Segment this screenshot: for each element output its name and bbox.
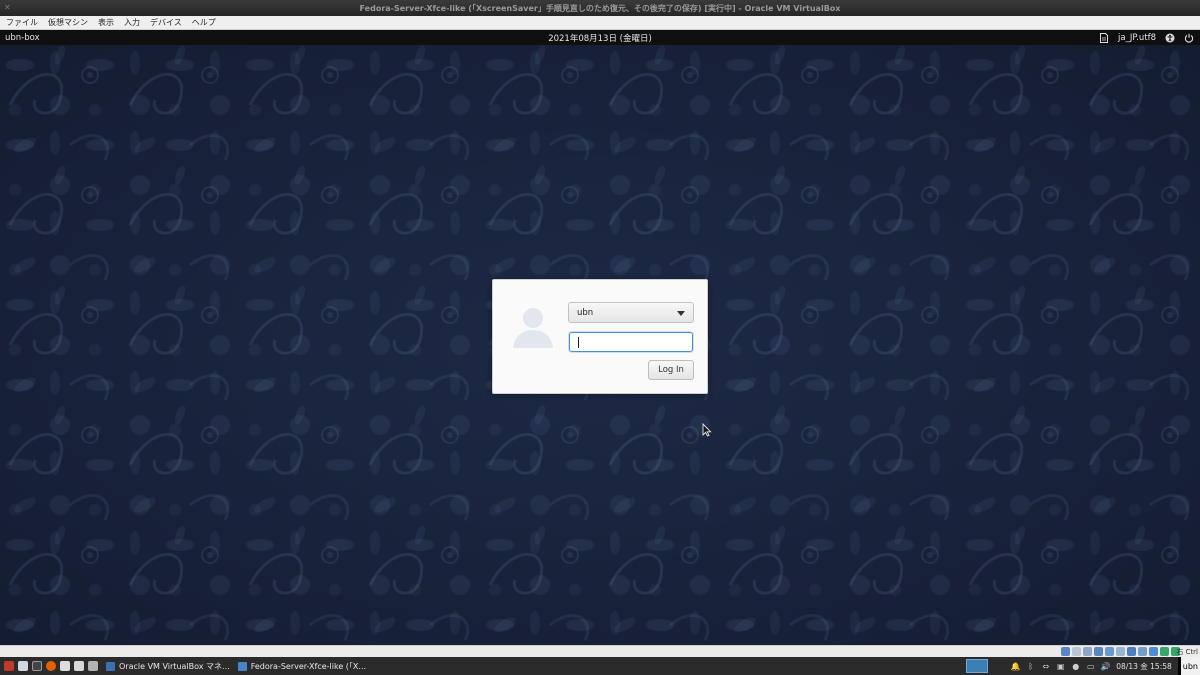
host-key-label: 右 Ctrl <box>1176 648 1198 656</box>
accessibility-icon[interactable] <box>1165 33 1175 43</box>
password-input[interactable] <box>569 332 693 352</box>
app-menu-icon[interactable] <box>4 661 14 671</box>
document-icon[interactable] <box>1099 32 1109 43</box>
menu-file[interactable]: ファイル <box>6 17 38 28</box>
mouse-pointer-icon <box>702 423 712 437</box>
login-button[interactable]: Log In <box>648 360 694 380</box>
window-title: Fedora-Server-Xfce-like (「XscreenSaver」手… <box>359 3 841 13</box>
bluetooth-icon[interactable]: ᛒ <box>1026 662 1035 671</box>
user-avatar-icon <box>511 304 555 350</box>
shared-folders-icon[interactable] <box>1116 647 1125 656</box>
cpu-icon[interactable] <box>1149 647 1158 656</box>
chevron-down-icon <box>677 311 685 316</box>
taskbar-user[interactable]: ubn <box>1177 657 1200 675</box>
window-titlebar[interactable]: ✕ Fedora-Server-Xfce-like (「XscreenSaver… <box>0 0 1200 16</box>
task-virtualbox-manager[interactable]: Oracle VM VirtualBox マネ... <box>106 661 230 672</box>
greeter-indicators: ja_JP.utf8 <box>1099 32 1194 43</box>
volume-icon[interactable]: 🔊 <box>1101 662 1111 671</box>
screenshot-icon[interactable]: ▣ <box>1056 662 1065 671</box>
workspace-pager[interactable] <box>966 659 988 673</box>
mouse-integration-icon[interactable] <box>1160 647 1169 656</box>
locale-indicator[interactable]: ja_JP.utf8 <box>1118 33 1156 43</box>
recording-icon[interactable] <box>1138 647 1147 656</box>
login-dialog: ubn Log In <box>492 279 708 394</box>
terminal-icon[interactable] <box>32 661 42 671</box>
vbox-status-bar: 右 Ctrl <box>0 645 1200 657</box>
power-icon[interactable] <box>1184 33 1194 43</box>
update-icon[interactable]: ● <box>1071 662 1080 671</box>
menu-input[interactable]: 入力 <box>124 17 140 28</box>
menu-help[interactable]: ヘルプ <box>192 17 216 28</box>
virtualbox-icon <box>106 661 115 671</box>
notification-bell-icon[interactable]: 🔔 <box>1011 662 1021 671</box>
text-caret <box>578 337 579 348</box>
harddisk-icon[interactable] <box>1061 647 1070 656</box>
greeter-top-bar: ubn-box 2021年08月13日 (金曜日) ja_JP.utf8 <box>0 30 1200 45</box>
display-settings-icon[interactable]: ▭ <box>1086 662 1095 671</box>
network-icon[interactable] <box>1094 647 1103 656</box>
menu-devices[interactable]: デバイス <box>150 17 182 28</box>
system-tray: 🔔 ᛒ ⇔ ▣ ● ▭ 🔊 08/13 金 15:58 ubn <box>1011 657 1200 675</box>
system-monitor-icon[interactable] <box>88 661 98 671</box>
image-viewer-icon[interactable] <box>74 661 84 671</box>
task-label: Oracle VM VirtualBox マネ... <box>119 661 230 671</box>
window-controls: ✕ <box>4 3 13 12</box>
task-label: Fedora-Server-Xfce-like (「X... <box>250 661 367 671</box>
usb-icon[interactable] <box>1105 647 1114 656</box>
window-close-icon[interactable]: ✕ <box>4 3 13 12</box>
audio-icon[interactable] <box>1083 647 1092 656</box>
file-manager-icon[interactable] <box>18 661 28 671</box>
taskbar-clock[interactable]: 08/13 金 15:58 <box>1116 661 1172 672</box>
vbox-device-icons <box>1061 647 1180 656</box>
menu-machine[interactable]: 仮想マシン <box>48 17 88 28</box>
optical-drive-icon[interactable] <box>1072 647 1081 656</box>
firefox-icon[interactable] <box>46 661 56 671</box>
user-dropdown[interactable]: ubn <box>568 302 694 323</box>
display-icon[interactable] <box>1127 647 1136 656</box>
menu-view[interactable]: 表示 <box>98 17 114 28</box>
greeter-background: ubn Log In <box>0 45 1200 645</box>
selected-user: ubn <box>577 307 594 318</box>
task-fedora-vm[interactable]: Fedora-Server-Xfce-like (「X... <box>237 661 367 672</box>
vbox-menubar: ファイル 仮想マシン 表示 入力 デバイス ヘルプ <box>0 16 1200 30</box>
host-taskbar: Oracle VM VirtualBox マネ... Fedora-Server… <box>0 657 1200 675</box>
virtualbox-vm-icon <box>237 661 247 671</box>
network-arrows-icon[interactable]: ⇔ <box>1041 662 1050 671</box>
text-editor-icon[interactable] <box>60 661 70 671</box>
greeter-clock: 2021年08月13日 (金曜日) <box>548 33 652 44</box>
